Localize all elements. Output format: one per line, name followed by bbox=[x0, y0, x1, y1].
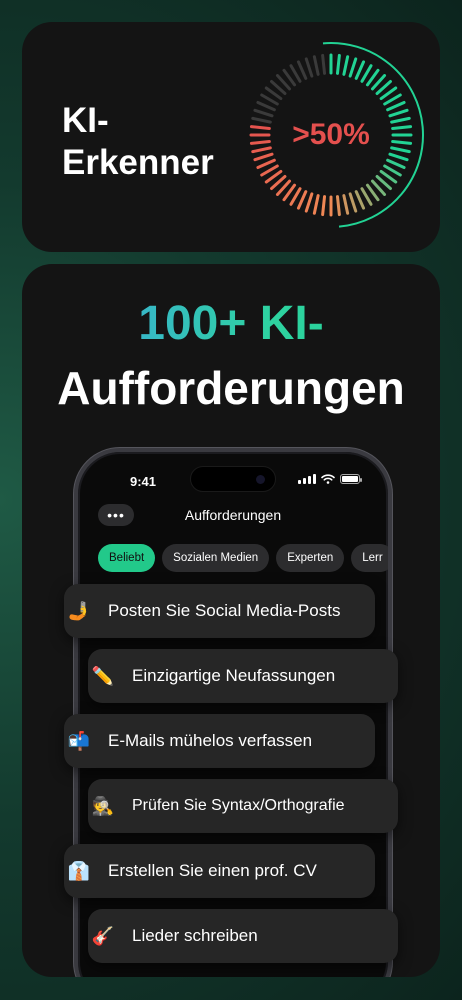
status-icons bbox=[298, 474, 362, 484]
guitar-icon: 🎸 bbox=[91, 925, 115, 946]
headline-count: 100+ KI- bbox=[22, 296, 440, 352]
signal-icon bbox=[298, 474, 316, 484]
pencil-icon: ✏️ bbox=[91, 665, 115, 686]
shirt-icon: 👔 bbox=[67, 860, 91, 881]
chip-beliebt[interactable]: Beliebt bbox=[98, 544, 156, 572]
prompt-label: Lieder schreiben bbox=[132, 926, 258, 945]
prompt-label: E-Mails mühelos verfassen bbox=[108, 731, 313, 750]
ai-detector-card[interactable]: KI-Erkenner >50% bbox=[22, 22, 440, 252]
battery-icon bbox=[340, 474, 362, 484]
detective-icon: 🕵 bbox=[91, 795, 115, 816]
wifi-icon bbox=[321, 474, 335, 484]
prompt-label: Einzigartige Neufassungen bbox=[132, 666, 336, 685]
nav-title: Aufforderungen bbox=[184, 507, 282, 523]
prompt-label: Posten Sie Social Media-Posts bbox=[108, 601, 341, 620]
prompt-item-syntax[interactable]: 🕵 Prüfen Sie Syntax/Orthografie bbox=[88, 779, 398, 833]
chip-experten[interactable]: Experten bbox=[276, 544, 345, 572]
ai-prompts-card[interactable]: 100+ KI- Aufforderungen 9:41 ••• Aufford… bbox=[22, 264, 440, 977]
chip-lernen[interactable]: Lerr bbox=[351, 544, 388, 572]
ai-detector-title: KI-Erkenner bbox=[62, 101, 214, 182]
prompt-item-email[interactable]: 📬 E-Mails mühelos verfassen bbox=[64, 714, 375, 768]
selfie-icon: 🤳 bbox=[67, 600, 91, 621]
category-chips: Beliebt Sozialen Medien Experten Lerr bbox=[98, 544, 388, 572]
prompt-item-cv[interactable]: 👔 Erstellen Sie einen prof. CV bbox=[64, 844, 375, 898]
prompt-item-songs[interactable]: 🎸 Lieder schreiben bbox=[88, 909, 398, 963]
prompt-label: Erstellen Sie einen prof. CV bbox=[108, 861, 317, 880]
gauge-value: >50% bbox=[292, 118, 370, 151]
prompt-item-rewrite[interactable]: ✏️ Einzigartige Neufassungen bbox=[88, 649, 398, 703]
mailbox-icon: 📬 bbox=[67, 730, 91, 751]
chip-sozialen-medien[interactable]: Sozialen Medien bbox=[162, 544, 270, 572]
dynamic-island bbox=[190, 466, 276, 492]
status-time: 9:41 bbox=[130, 474, 157, 489]
prompt-item-social-media[interactable]: 🤳 Posten Sie Social Media-Posts bbox=[64, 584, 375, 638]
camera-icon bbox=[256, 475, 265, 484]
prompt-label: Prüfen Sie Syntax/Orthografie bbox=[132, 797, 345, 814]
headline-prompts: Aufforderungen bbox=[57, 362, 405, 414]
